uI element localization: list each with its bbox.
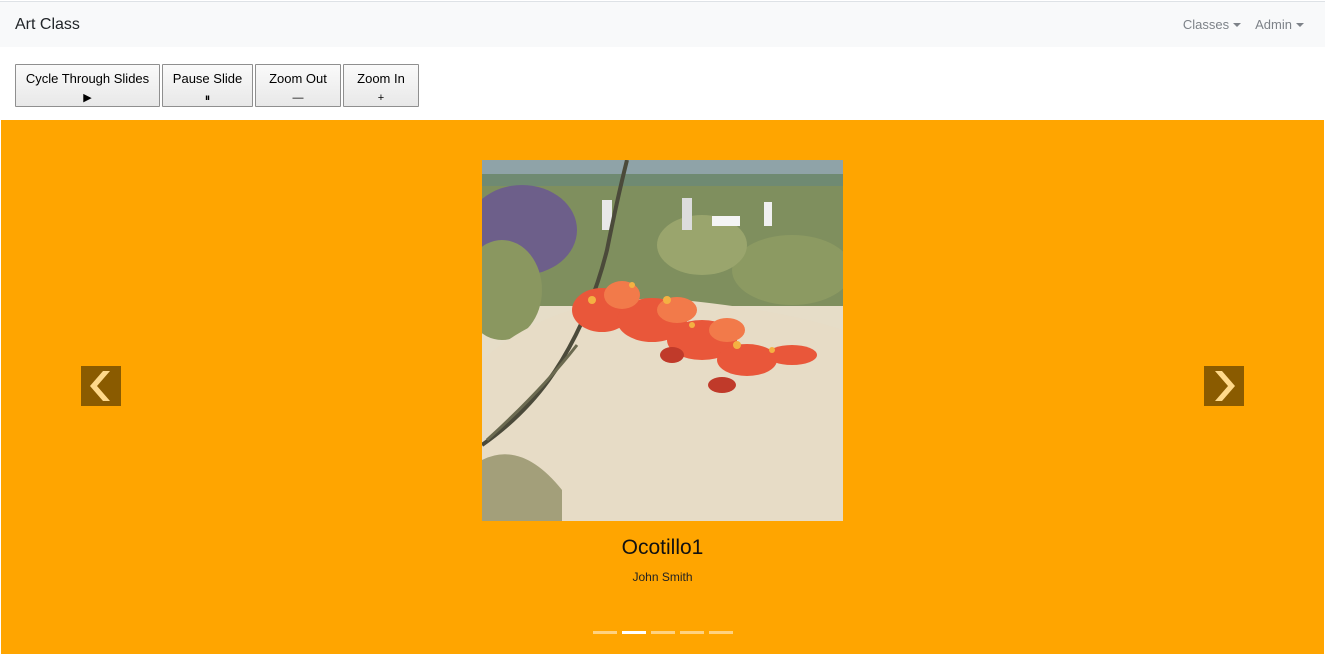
previous-slide-button[interactable] [81, 366, 121, 406]
zoom-in-button[interactable]: Zoom In + [343, 64, 419, 107]
play-icon: ▶ [83, 92, 92, 104]
slide-title: Ocotillo1 [621, 536, 704, 559]
zoom-in-label: Zoom In [357, 71, 405, 86]
plus-icon: + [377, 92, 385, 104]
chevron-right-icon [1215, 371, 1235, 401]
cycle-slides-button[interactable]: Cycle Through Slides ▶ [15, 64, 160, 107]
top-navbar: Art Class Classes Admin [0, 1, 1325, 47]
chevron-left-icon [90, 371, 110, 401]
zoom-out-button[interactable]: Zoom Out — [255, 64, 341, 107]
classes-menu-label: Classes [1182, 17, 1230, 32]
nav-menus: Classes Admin [1183, 17, 1310, 32]
pause-slide-button[interactable]: Pause Slide ⏸ [162, 64, 253, 107]
slide-indicator[interactable] [651, 631, 675, 634]
slide-image [482, 160, 843, 521]
slide-toolbar: Cycle Through Slides ▶ Pause Slide ⏸ Zoo… [15, 64, 419, 107]
next-slide-button[interactable] [1204, 366, 1244, 406]
classes-menu[interactable]: Classes [1182, 17, 1242, 32]
slide-indicator[interactable] [709, 631, 733, 634]
caret-down-icon [1296, 22, 1304, 27]
admin-menu-label: Admin [1255, 17, 1292, 32]
minus-icon: — [292, 92, 304, 104]
cycle-slides-label: Cycle Through Slides [25, 71, 150, 86]
slide-indicator-active[interactable] [622, 631, 646, 634]
carousel: Ocotillo1 John Smith [1, 120, 1324, 654]
admin-menu[interactable]: Admin [1255, 17, 1304, 32]
brand-title[interactable]: Art Class [15, 16, 80, 34]
pause-icon: ⏸ [204, 92, 211, 104]
slide-indicator[interactable] [593, 631, 617, 634]
caret-down-icon [1233, 22, 1242, 27]
pause-slide-label: Pause Slide [172, 71, 243, 86]
slide-artist: John Smith [632, 570, 693, 584]
zoom-out-label: Zoom Out [269, 71, 327, 86]
ocotillo-photo [482, 160, 843, 521]
slide-indicator[interactable] [680, 631, 704, 634]
carousel-indicators [593, 631, 733, 634]
